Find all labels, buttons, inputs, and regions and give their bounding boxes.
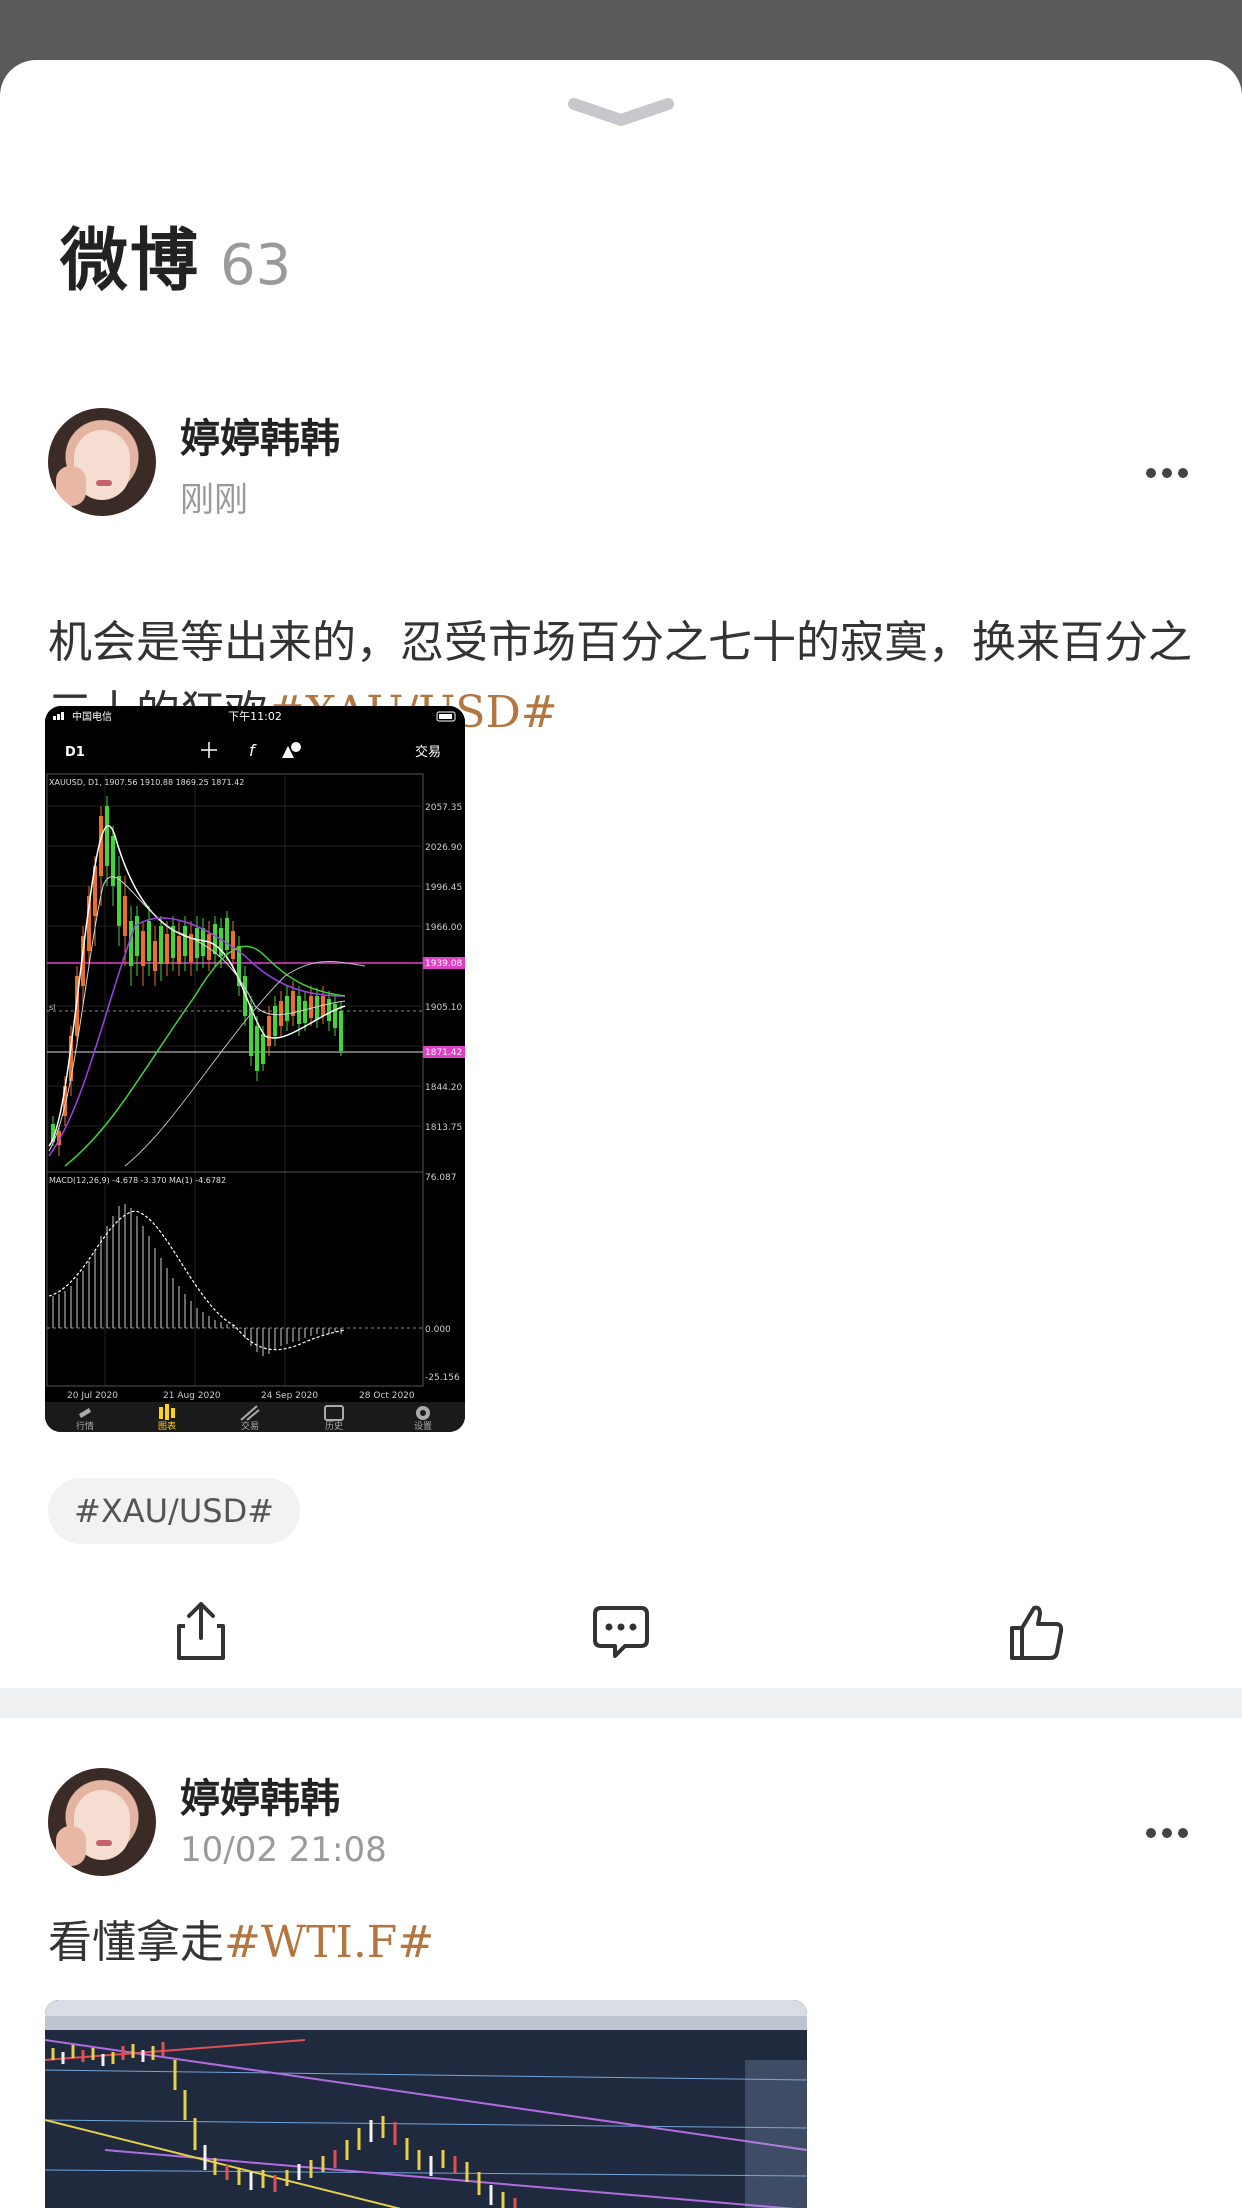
topic-chip[interactable]: #XAU/USD# xyxy=(48,1478,301,1544)
section-title: 微博 xyxy=(60,222,201,301)
svg-text:图表: 图表 xyxy=(158,1420,176,1432)
weibo-sheet: 微博 63 婷婷韩韩 刚刚 机会是等出来的，忍受市场百分之七十的寂寞，换来百分之… xyxy=(0,60,1242,2208)
status-time: 下午11:02 xyxy=(228,710,282,723)
svg-text:28 Oct 2020: 28 Oct 2020 xyxy=(359,1391,415,1401)
svg-text:2026.90: 2026.90 xyxy=(425,843,462,853)
svg-text:2057.35: 2057.35 xyxy=(425,803,462,813)
like-icon[interactable] xyxy=(1006,1600,1066,1664)
share-icon[interactable] xyxy=(171,1600,231,1664)
svg-text:历史: 历史 xyxy=(325,1420,343,1432)
svg-text:0.000: 0.000 xyxy=(425,1325,451,1335)
macd-info: MACD(12,26,9) -4.678 -3.370 MA(1) -4.678… xyxy=(49,1176,226,1185)
post-text: 看懂拿走#WTI.F# xyxy=(48,1917,435,1968)
current-price-label: 1871.42 xyxy=(425,1048,462,1058)
tab-settings-icon xyxy=(416,1406,430,1420)
post-time: 10/02 21:08 xyxy=(180,1830,387,1870)
collapse-chevron-icon[interactable] xyxy=(566,94,676,130)
user-name[interactable]: 婷婷韩韩 xyxy=(180,406,340,464)
avatar[interactable] xyxy=(48,1768,156,1876)
post-count: 63 xyxy=(220,233,292,298)
hashtag-link[interactable]: #WTI.F# xyxy=(224,1917,434,1968)
svg-text:交易: 交易 xyxy=(241,1420,259,1432)
svg-text:1844.20: 1844.20 xyxy=(425,1083,462,1093)
post-time: 刚刚 xyxy=(180,480,248,520)
svg-text:1996.45: 1996.45 xyxy=(425,883,462,893)
post-image[interactable] xyxy=(45,2000,807,2208)
svg-text:20 Jul 2020: 20 Jul 2020 xyxy=(67,1391,118,1401)
symbol-info: XAUUSD, D1, 1907.56 1910.88 1869.25 1871… xyxy=(49,778,244,787)
svg-text:1966.00: 1966.00 xyxy=(425,923,462,933)
trade-button: 交易 xyxy=(415,744,441,760)
more-options-icon[interactable] xyxy=(1146,468,1188,480)
more-options-icon[interactable] xyxy=(1146,1828,1188,1840)
post-divider xyxy=(0,1688,1242,1718)
svg-text:21 Aug 2020: 21 Aug 2020 xyxy=(163,1391,221,1401)
comment-icon[interactable] xyxy=(591,1602,651,1666)
svg-text:-25.156: -25.156 xyxy=(425,1373,460,1383)
carrier-label: 中国电信 xyxy=(72,710,112,723)
user-name[interactable]: 婷婷韩韩 xyxy=(180,1766,340,1824)
svg-text:行情: 行情 xyxy=(76,1420,94,1432)
svg-text:1905.10: 1905.10 xyxy=(425,1003,462,1013)
avatar[interactable] xyxy=(48,408,156,516)
level-price-label: 1939.08 xyxy=(425,959,462,969)
timeframe-label: D1 xyxy=(65,745,85,760)
svg-text:24 Sep 2020: 24 Sep 2020 xyxy=(261,1391,318,1401)
section-header: 微博 63 xyxy=(60,205,291,304)
svg-text:设置: 设置 xyxy=(414,1421,432,1432)
svg-text:76.087: 76.087 xyxy=(425,1173,457,1183)
post-image[interactable]: 中国电信 下午11:02 D1 f 交易 XAUUSD, D1, 1907.56… xyxy=(45,706,465,1432)
svg-text:1813.75: 1813.75 xyxy=(425,1123,462,1133)
svg-text:sl: sl xyxy=(49,1003,55,1012)
